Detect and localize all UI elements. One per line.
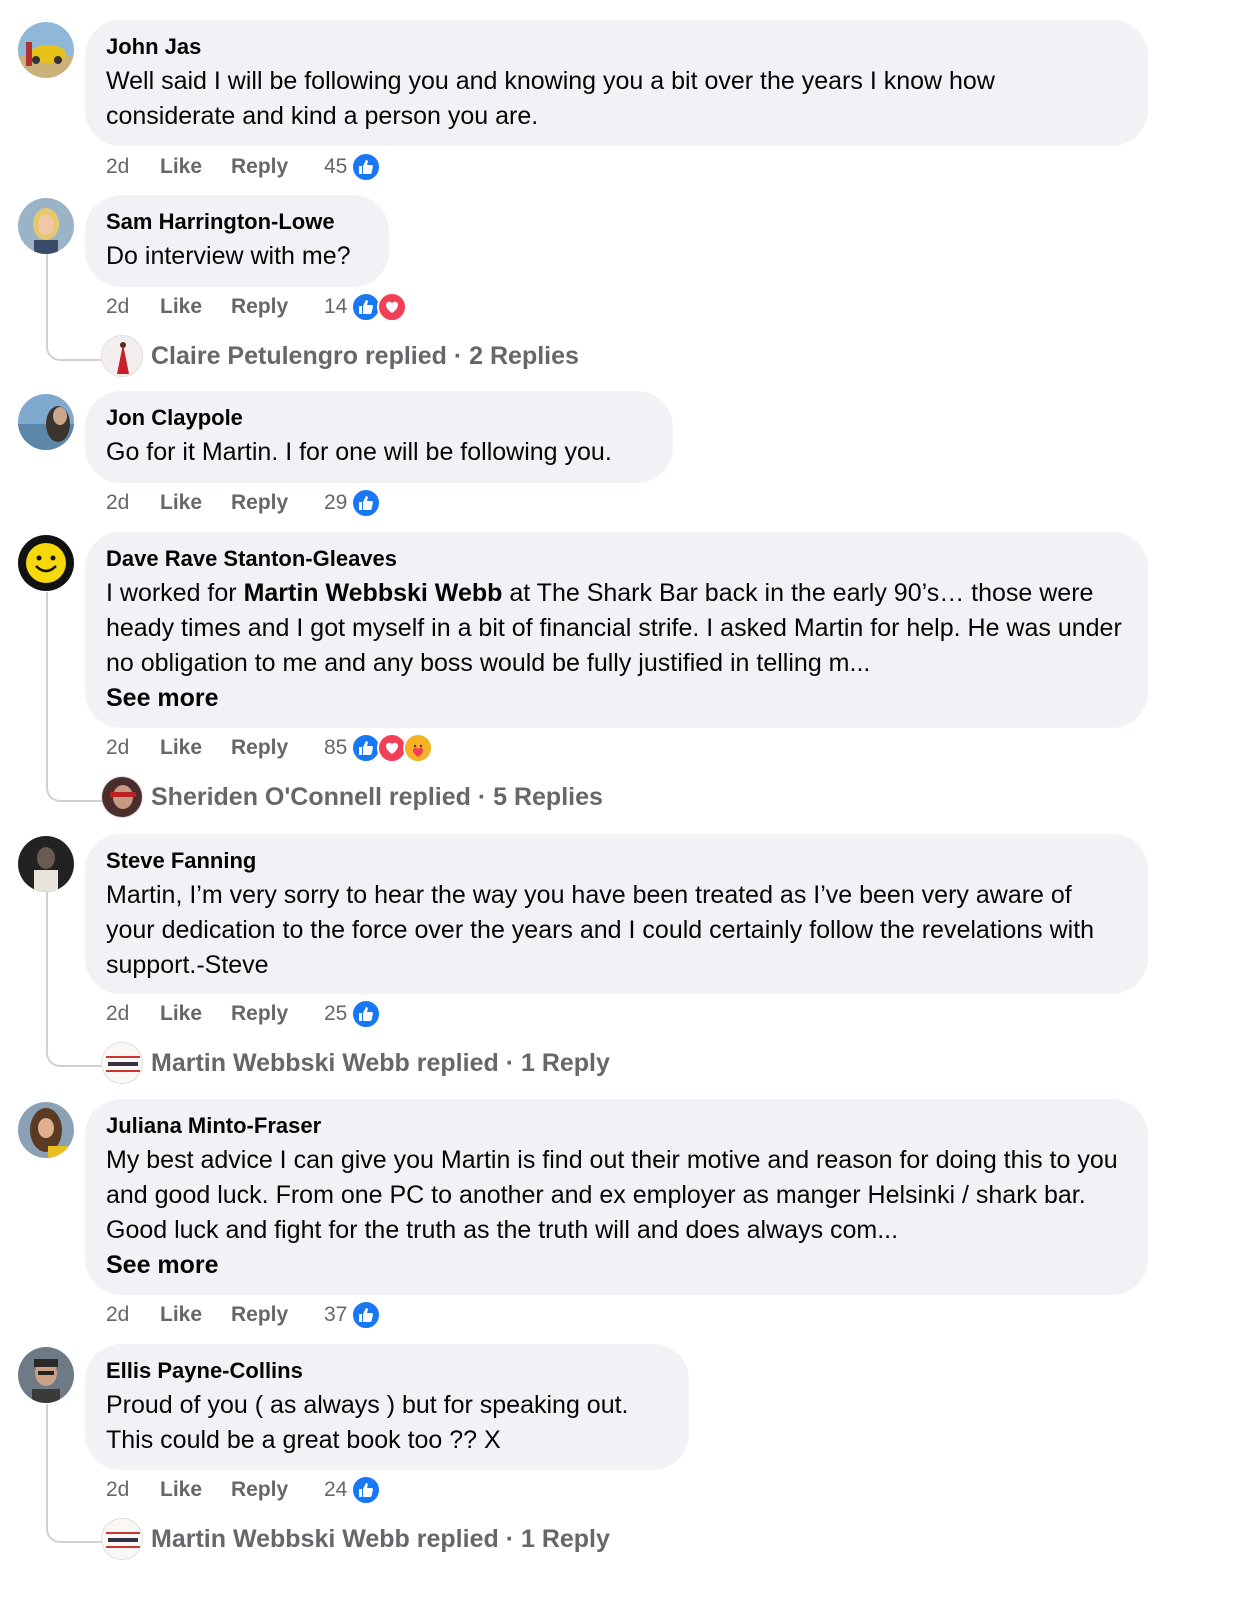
reaction-count[interactable]: 25: [324, 1002, 347, 1026]
reply-button[interactable]: Reply: [231, 1002, 324, 1026]
reply-button[interactable]: Reply: [231, 491, 324, 515]
comment-author[interactable]: Ellis Payne-Collins: [106, 1358, 668, 1384]
comment-actions: 2d Like Reply 45: [106, 152, 382, 182]
view-replies-link[interactable]: Sheriden O'Connell replied · 5 Replies: [101, 775, 603, 819]
like-button[interactable]: Like: [160, 295, 231, 319]
comment-actions: 2d Like Reply 24: [106, 1475, 382, 1505]
like-icon[interactable]: [351, 999, 382, 1029]
avatar[interactable]: [18, 1102, 74, 1158]
comment-time[interactable]: 2d: [106, 1303, 160, 1327]
comment-time[interactable]: 2d: [106, 1478, 160, 1502]
comment-time[interactable]: 2d: [106, 295, 160, 319]
like-icon[interactable]: [351, 1300, 382, 1330]
reply-button[interactable]: Reply: [231, 1478, 324, 1502]
comment-bubble: Juliana Minto-Fraser My best advice I ca…: [85, 1099, 1148, 1295]
comment-bubble: John Jas Well said I will be following y…: [85, 20, 1148, 146]
comment-bubble: Sam Harrington-Lowe Do interview with me…: [85, 195, 389, 287]
view-replies-link[interactable]: Claire Petulengro replied · 2 Replies: [101, 334, 579, 378]
see-more-link[interactable]: See more: [106, 1248, 1127, 1283]
comment-time[interactable]: 2d: [106, 491, 160, 515]
comment-actions: 2d Like Reply 25: [106, 999, 382, 1029]
reaction-count[interactable]: 85: [324, 736, 347, 760]
comment-actions: 2d Like Reply 14: [106, 292, 408, 322]
avatar[interactable]: [18, 535, 74, 591]
like-icon[interactable]: [351, 1475, 382, 1505]
reaction-count[interactable]: 24: [324, 1478, 347, 1502]
tagged-person-link[interactable]: Martin Webbski Webb: [244, 579, 503, 607]
comment-actions: 2d Like Reply 85: [106, 733, 434, 763]
reaction-count[interactable]: 14: [324, 295, 347, 319]
replied-name[interactable]: Martin Webbski Webb replied: [151, 1525, 499, 1554]
comment-author[interactable]: Juliana Minto-Fraser: [106, 1113, 1127, 1139]
comment-actions: 2d Like Reply 37: [106, 1300, 382, 1330]
reply-button[interactable]: Reply: [231, 1303, 324, 1327]
comment-actions: 2d Like Reply 29: [106, 488, 382, 518]
text-segment: I worked for: [106, 579, 244, 607]
comment-author[interactable]: John Jas: [106, 34, 1127, 60]
comment-author[interactable]: Dave Rave Stanton-Gleaves: [106, 546, 1127, 572]
comment-time[interactable]: 2d: [106, 155, 160, 179]
love-icon[interactable]: [377, 292, 408, 322]
avatar[interactable]: [18, 394, 74, 450]
comment-bubble: Dave Rave Stanton-Gleaves I worked for M…: [85, 532, 1148, 728]
like-button[interactable]: Like: [160, 1478, 231, 1502]
comment-text: Well said I will be following you and kn…: [106, 67, 1002, 130]
avatar: [101, 335, 143, 377]
reaction-count[interactable]: 45: [324, 155, 347, 179]
comment-author[interactable]: Steve Fanning: [106, 848, 1127, 874]
separator: ·: [498, 1048, 521, 1077]
comment-bubble: Jon Claypole Go for it Martin. I for one…: [85, 391, 673, 483]
like-icon[interactable]: [351, 488, 382, 518]
comment-text: I worked for Martin Webbski Webb at The …: [106, 576, 1127, 681]
replied-name[interactable]: Martin Webbski Webb replied: [151, 1049, 499, 1078]
avatar: [101, 1042, 143, 1084]
replies-count[interactable]: 1 Reply: [521, 1049, 610, 1078]
comment-bubble: Ellis Payne-Collins Proud of you ( as al…: [85, 1344, 689, 1470]
reaction-count[interactable]: 29: [324, 491, 347, 515]
like-button[interactable]: Like: [160, 1303, 231, 1327]
comment-time[interactable]: 2d: [106, 736, 160, 760]
avatar[interactable]: [18, 198, 74, 254]
replied-name[interactable]: Sheriden O'Connell replied: [151, 783, 471, 812]
replies-count[interactable]: 5 Replies: [493, 783, 603, 812]
separator: ·: [498, 1524, 521, 1553]
like-button[interactable]: Like: [160, 1002, 231, 1026]
avatar[interactable]: [18, 1347, 74, 1403]
reply-button[interactable]: Reply: [231, 295, 324, 319]
replied-name[interactable]: Claire Petulengro replied: [151, 342, 447, 371]
like-button[interactable]: Like: [160, 155, 231, 179]
comment-text: Do interview with me?: [106, 242, 351, 270]
separator: ·: [446, 341, 470, 370]
separator: ·: [470, 782, 494, 811]
comment-text: My best advice I can give you Martin is …: [106, 1146, 1125, 1244]
replies-count[interactable]: 2 Replies: [469, 342, 579, 371]
see-more-link[interactable]: See more: [106, 681, 1127, 716]
comment-time[interactable]: 2d: [106, 1002, 160, 1026]
avatar[interactable]: [18, 22, 74, 78]
comment-text: Go for it Martin. I for one will be foll…: [106, 438, 612, 466]
view-replies-link[interactable]: Martin Webbski Webb replied · 1 Reply: [101, 1041, 610, 1085]
comment-author[interactable]: Sam Harrington-Lowe: [106, 209, 368, 235]
like-icon[interactable]: [351, 152, 382, 182]
avatar: [101, 776, 143, 818]
reaction-count[interactable]: 37: [324, 1303, 347, 1327]
avatar[interactable]: [18, 836, 74, 892]
care-icon[interactable]: [403, 733, 434, 763]
reply-button[interactable]: Reply: [231, 155, 324, 179]
view-replies-link[interactable]: Martin Webbski Webb replied · 1 Reply: [101, 1517, 610, 1561]
like-button[interactable]: Like: [160, 736, 231, 760]
avatar: [101, 1518, 143, 1560]
comment-text: Martin, I’m very sorry to hear the way y…: [106, 881, 1101, 979]
comment-text: Proud of you ( as always ) but for speak…: [106, 1391, 629, 1454]
replies-count[interactable]: 1 Reply: [521, 1525, 610, 1554]
reply-button[interactable]: Reply: [231, 736, 324, 760]
comment-author[interactable]: Jon Claypole: [106, 405, 652, 431]
comment-bubble: Steve Fanning Martin, I’m very sorry to …: [85, 834, 1148, 994]
like-button[interactable]: Like: [160, 491, 231, 515]
